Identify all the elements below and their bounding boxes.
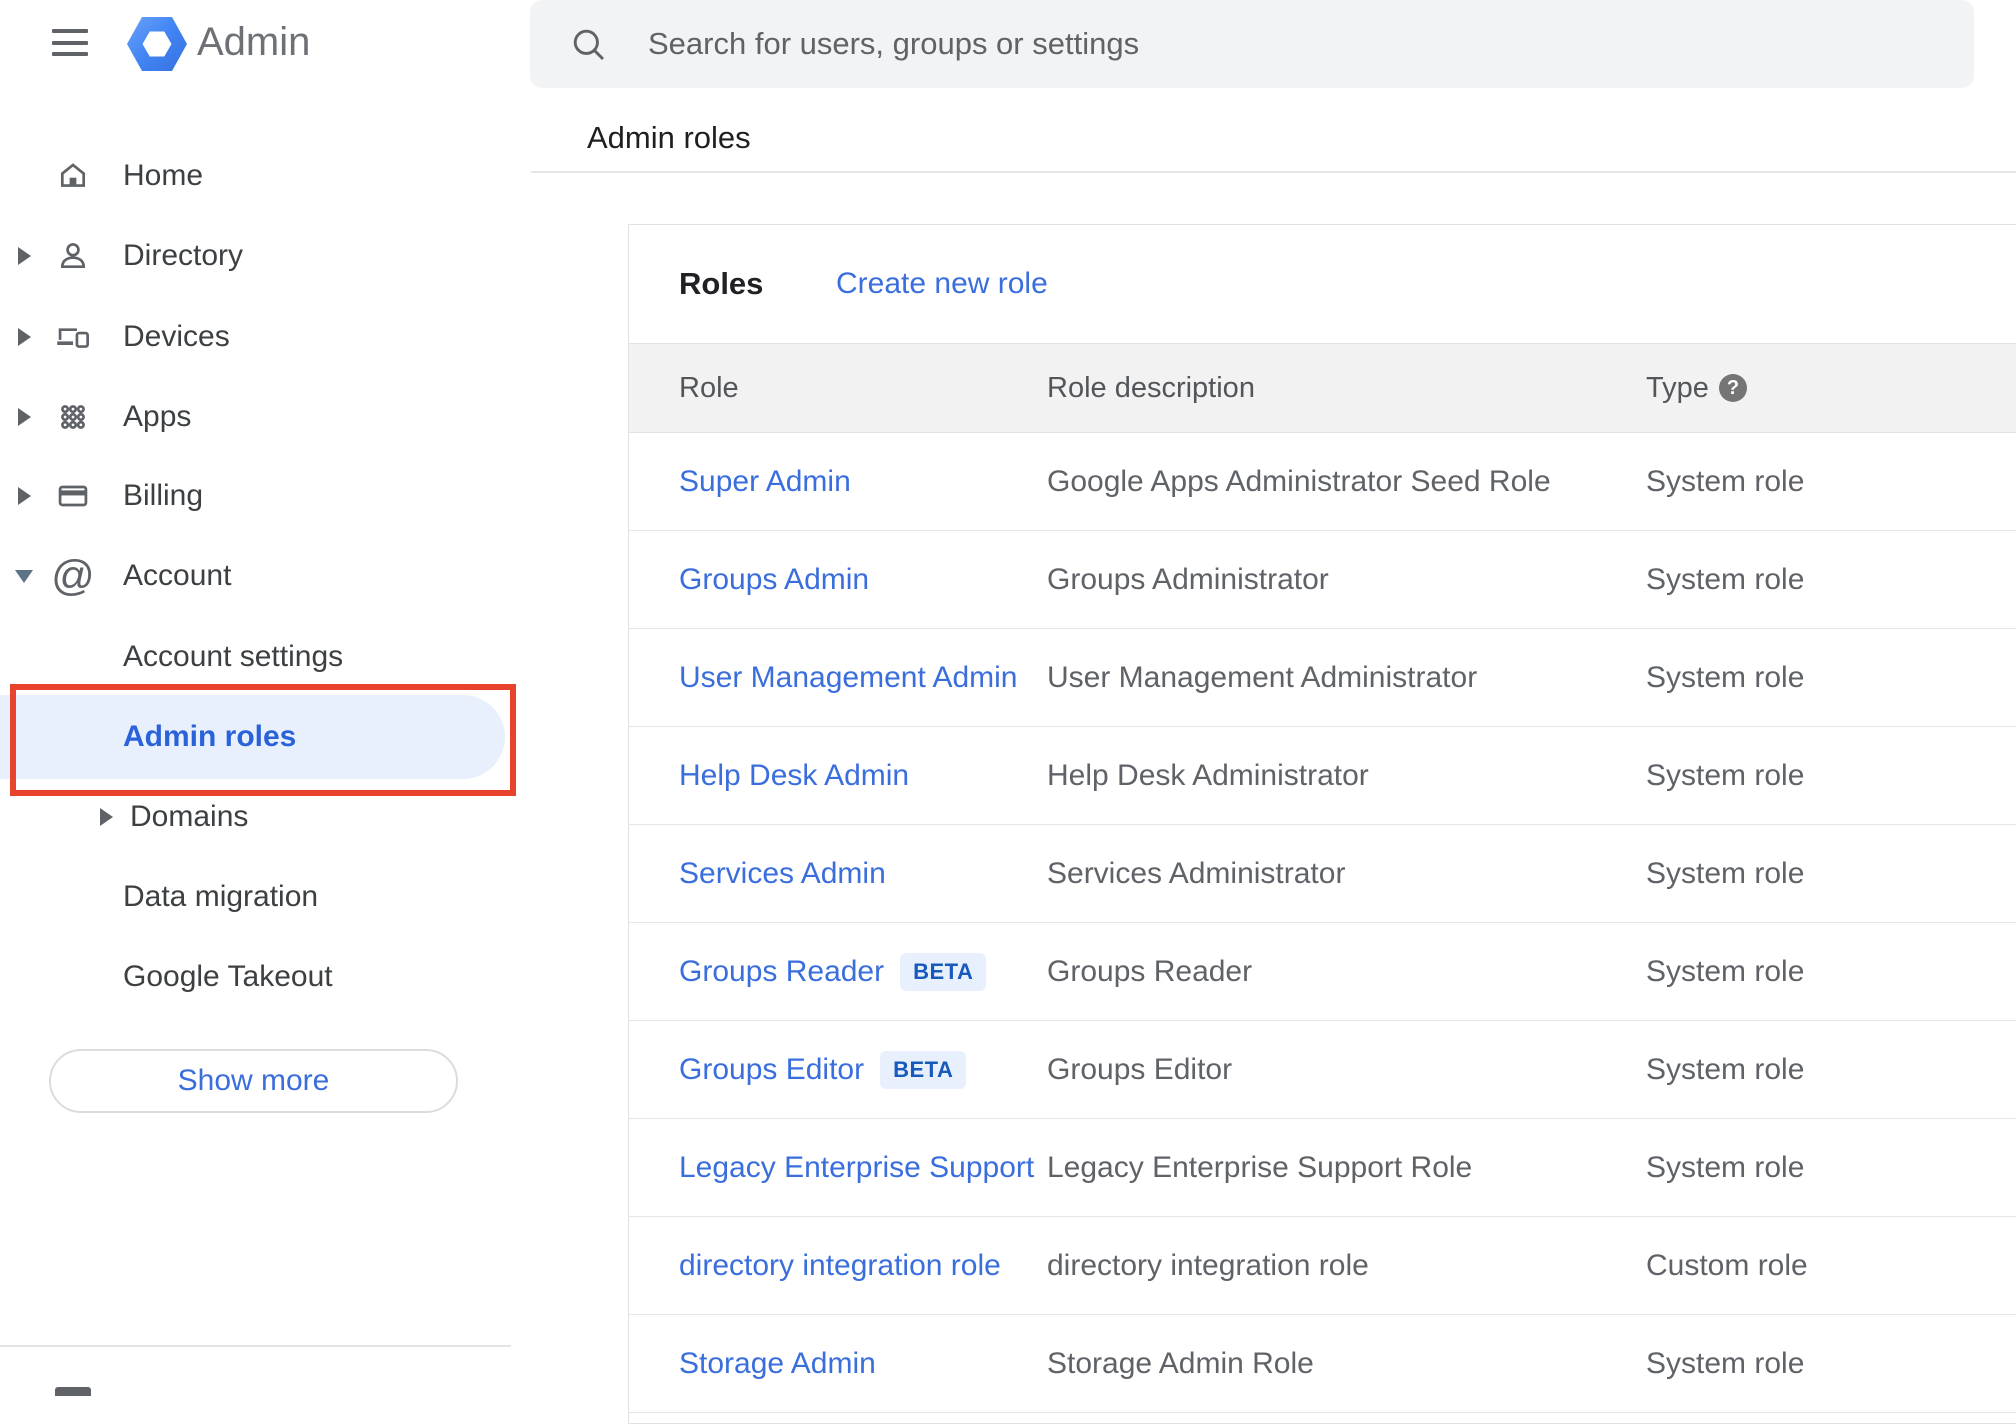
beta-badge: BETA xyxy=(900,952,987,991)
column-header-description: Role description xyxy=(1047,371,1255,404)
table-row: Storage Admin Storage Admin Role System … xyxy=(629,1315,2016,1413)
home-icon xyxy=(53,154,93,198)
role-description: directory integration role xyxy=(1047,1248,1369,1282)
credit-card-icon xyxy=(53,474,93,518)
sidebar-item-devices[interactable]: Devices xyxy=(0,297,531,377)
sidebar-item-home[interactable]: Home xyxy=(0,136,531,216)
sidebar-item-label: Admin roles xyxy=(123,720,297,753)
role-type: System role xyxy=(1646,464,1805,498)
app-title: Admin xyxy=(197,20,311,64)
search-placeholder: Search for users, groups or settings xyxy=(648,26,1140,61)
roles-card-header: Roles Create new role xyxy=(629,225,2016,343)
table-row: Super Admin Google Apps Administrator Se… xyxy=(629,433,2016,531)
role-description: User Management Administrator xyxy=(1047,660,1478,694)
sidebar-item-label: Billing xyxy=(123,479,204,512)
at-sign-icon: @ xyxy=(51,551,95,600)
sidebar-item-account[interactable]: @ Account xyxy=(0,536,531,616)
role-link[interactable]: Legacy Enterprise Support xyxy=(679,1151,1034,1185)
table-header-row: Role Role description Type ? xyxy=(629,343,2016,433)
role-type: System role xyxy=(1646,660,1805,694)
role-link[interactable]: Help Desk Admin xyxy=(679,759,909,793)
create-new-role-link[interactable]: Create new role xyxy=(836,267,1048,301)
sidebar-item-label: Google Takeout xyxy=(123,960,333,993)
table-row: User Management Admin User Management Ad… xyxy=(629,629,2016,727)
role-description: Groups Administrator xyxy=(1047,562,1329,596)
sidebar-item-admin-roles[interactable]: Admin roles xyxy=(0,695,531,779)
help-icon[interactable]: ? xyxy=(1719,374,1747,402)
search-input[interactable]: Search for users, groups or settings xyxy=(530,0,1974,88)
table-row: Services Admin Services Administrator Sy… xyxy=(629,825,2016,923)
role-type: System role xyxy=(1646,562,1805,596)
role-description: Groups Editor xyxy=(1047,1052,1233,1086)
sidebar-item-domains[interactable]: Domains xyxy=(0,777,531,857)
role-description: Google Apps Administrator Seed Role xyxy=(1047,464,1551,498)
roles-card: Roles Create new role Role Role descript… xyxy=(628,224,2016,1424)
role-description: Legacy Enterprise Support Role xyxy=(1047,1150,1473,1184)
column-header-type: Type xyxy=(1646,371,1709,404)
role-description: Groups Reader xyxy=(1047,954,1253,988)
sidebar-item-label: Devices xyxy=(123,320,230,353)
person-icon xyxy=(53,234,93,278)
sidebar-item-label: Apps xyxy=(123,400,192,433)
search-icon xyxy=(573,29,605,61)
role-link[interactable]: Groups Admin xyxy=(679,563,869,597)
cut-off-bottom-icon[interactable] xyxy=(55,1387,91,1396)
column-header-role: Role xyxy=(679,371,739,404)
table-row: Legacy Enterprise Support Legacy Enterpr… xyxy=(629,1119,2016,1217)
expand-arrow-icon[interactable] xyxy=(18,247,31,265)
sidebar-item-account-settings[interactable]: Account settings xyxy=(0,617,531,697)
breadcrumb-divider xyxy=(531,171,2016,173)
sidebar-item-apps[interactable]: Apps xyxy=(0,377,531,457)
sidebar-item-label: Account settings xyxy=(123,640,344,673)
admin-logo-icon xyxy=(127,17,187,71)
breadcrumb: Admin roles xyxy=(587,120,751,155)
sidebar-item-label: Data migration xyxy=(123,880,319,913)
table-row: directory integration role directory int… xyxy=(629,1217,2016,1315)
sidebar-item-label: Account xyxy=(123,559,232,592)
sidebar-item-google-takeout[interactable]: Google Takeout xyxy=(0,937,531,1017)
role-description: Services Administrator xyxy=(1047,856,1346,890)
role-link[interactable]: Services Admin xyxy=(679,857,886,891)
role-link[interactable]: Super Admin xyxy=(679,465,851,499)
expand-arrow-icon[interactable] xyxy=(18,328,31,346)
sidebar-bottom-divider xyxy=(0,1345,511,1347)
role-link[interactable]: Groups Reader xyxy=(679,955,884,989)
table-row: Groups Editor BETA Groups Editor System … xyxy=(629,1021,2016,1119)
sidebar-item-label: Home xyxy=(123,159,204,192)
sidebar-item-billing[interactable]: Billing xyxy=(0,456,531,536)
role-type: System role xyxy=(1646,1052,1805,1086)
role-link[interactable]: directory integration role xyxy=(679,1249,1001,1283)
sidebar-item-label: Domains xyxy=(130,800,249,833)
role-type: System role xyxy=(1646,856,1805,890)
show-more-button[interactable]: Show more xyxy=(49,1049,458,1113)
beta-badge: BETA xyxy=(880,1050,967,1089)
role-type: System role xyxy=(1646,758,1805,792)
roles-title: Roles xyxy=(679,266,764,301)
role-link[interactable]: Groups Editor xyxy=(679,1053,864,1087)
role-type: System role xyxy=(1646,1346,1805,1380)
role-description: Storage Admin Role xyxy=(1047,1346,1314,1380)
sidebar-item-directory[interactable]: Directory xyxy=(0,216,531,296)
sidebar-item-data-migration[interactable]: Data migration xyxy=(0,857,531,937)
collapse-arrow-icon[interactable] xyxy=(15,569,33,583)
expand-arrow-icon[interactable] xyxy=(18,487,31,505)
sidebar-item-label: Directory xyxy=(123,239,244,272)
menu-icon[interactable] xyxy=(52,29,88,56)
expand-arrow-icon[interactable] xyxy=(100,808,113,826)
role-description: Help Desk Administrator xyxy=(1047,758,1369,792)
role-type: System role xyxy=(1646,954,1805,988)
table-row: Groups Reader BETA Groups Reader System … xyxy=(629,923,2016,1021)
role-type: System role xyxy=(1646,1150,1805,1184)
expand-arrow-icon[interactable] xyxy=(18,408,31,426)
apps-grid-icon xyxy=(53,395,93,439)
table-row: Help Desk Admin Help Desk Administrator … xyxy=(629,727,2016,825)
devices-icon xyxy=(53,315,93,359)
role-link[interactable]: Storage Admin xyxy=(679,1347,876,1381)
sidebar: Admin Home Directory Devices Apps Billin… xyxy=(0,0,531,1396)
table-row: Groups Admin Groups Administrator System… xyxy=(629,531,2016,629)
role-link[interactable]: User Management Admin xyxy=(679,661,1018,695)
role-type: Custom role xyxy=(1646,1248,1808,1282)
